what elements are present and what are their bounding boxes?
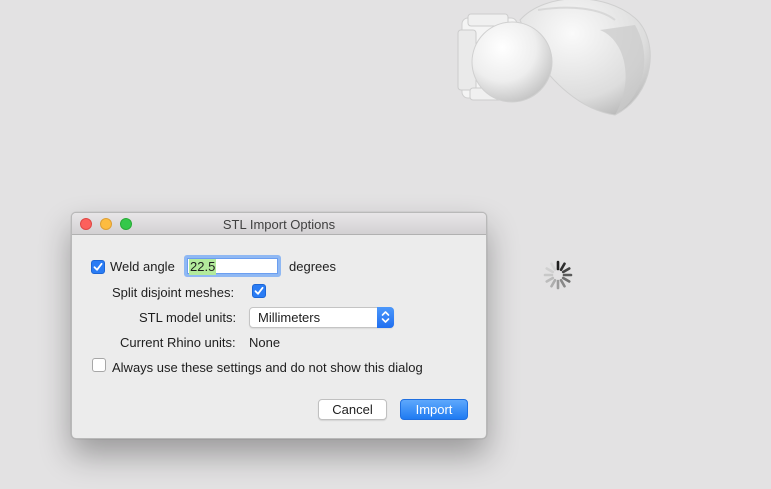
always-use-label: Always use these settings and do not sho… [112,360,423,375]
cancel-button[interactable]: Cancel [318,399,387,420]
checkmark-icon [254,286,264,295]
spinner-icon [543,260,573,290]
dialog-title: STL Import Options [222,217,336,232]
weld-angle-label: Weld angle [110,259,175,274]
chevron-updown-icon [377,307,394,328]
model-units-value: Millimeters [258,310,321,325]
model-units-select[interactable]: Millimeters [249,307,394,328]
import-button[interactable]: Import [400,399,468,420]
rhino-units-label: Current Rhino units: [120,335,236,350]
model-units-label: STL model units: [139,310,237,325]
weld-angle-input[interactable]: 22.5 [184,255,281,277]
split-disjoint-label: Split disjoint meshes: [112,285,235,300]
weld-angle-unit: degrees [289,259,336,274]
checkmark-icon [93,262,103,271]
rhino-units-value: None [249,335,281,350]
stl-import-dialog: STL Import Options Weld angle 22.5 degre… [71,212,487,439]
weld-angle-value: 22.5 [189,259,217,275]
weld-angle-checkbox[interactable] [91,260,105,274]
always-use-checkbox[interactable] [92,358,106,372]
3d-model [457,0,651,116]
dialog-titlebar[interactable]: STL Import Options [72,213,486,235]
split-disjoint-checkbox[interactable] [252,284,266,298]
